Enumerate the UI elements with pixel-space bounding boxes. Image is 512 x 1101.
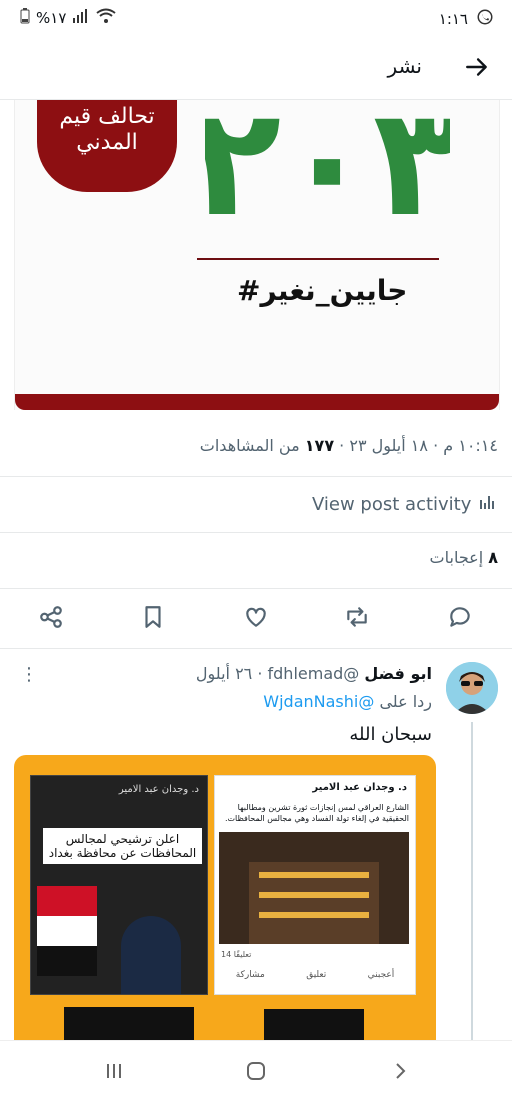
image-rule [197, 258, 439, 260]
status-left: %١٧ [20, 8, 117, 28]
tweet-text: سبحان الله [349, 724, 432, 745]
like-heart-icon[interactable] [243, 604, 271, 632]
repost-icon[interactable] [344, 604, 372, 632]
actions-divider [0, 648, 512, 649]
replying-to-handle[interactable]: @WjdanNashi [263, 692, 374, 711]
building-photo [219, 832, 409, 944]
reply-tweet[interactable]: ⋮ ابو فضل @fdhlemad · ٢٦ أيلول ردا على @… [0, 650, 512, 1045]
share-icon[interactable] [38, 604, 66, 632]
post-actions [0, 604, 512, 636]
badge-line-2: المدني [76, 130, 138, 155]
left-screenshot-name: د. وجدان عبد الامير [118, 784, 199, 795]
hashtag-text: #جايين_نغير [237, 274, 408, 307]
likes-count: ٨ [488, 548, 498, 567]
meta-divider [0, 476, 512, 477]
fb-action-row: أعجبني تعليق مشاركة [215, 970, 415, 980]
more-options-icon[interactable]: ⋮ [20, 664, 38, 685]
right-screenshot-name: د. وجدان عبد الامير [312, 782, 407, 793]
post-time-date: ١٠:١٤ م · ١٨ أيلول ٢٣ [349, 436, 498, 455]
view-activity-link[interactable]: View post activity [312, 494, 495, 515]
system-nav-bar [0, 1040, 512, 1101]
right-screenshot: د. وجدان عبد الامير الشارع العراقي لمس إ… [214, 775, 416, 995]
fb-comment-label: تعليق [306, 970, 327, 980]
back-chevron-icon[interactable] [388, 1059, 412, 1083]
likes-label: إعجابات [429, 548, 484, 567]
thread-line [471, 722, 473, 1042]
author-name[interactable]: ابو فضل [364, 664, 432, 683]
bookmark-icon[interactable] [140, 604, 168, 632]
tweet-header: ابو فضل @fdhlemad · ٢٦ أيلول [195, 664, 432, 683]
views-label: من المشاهدات [199, 436, 300, 455]
views-count: ١٧٧ [304, 436, 335, 455]
left-caption-1: اعلن ترشيحي لمجالس [65, 832, 180, 846]
status-right: ١:١٦ [439, 8, 494, 30]
page-title: نشر [387, 54, 422, 78]
whatsapp-icon [476, 8, 494, 30]
fb-share-label: مشاركة [235, 970, 265, 980]
author-handle[interactable]: @fdhlemad [268, 664, 360, 683]
status-bar: ١:١٦ %١٧ [0, 0, 512, 38]
post-image[interactable]: تحالف قيم المدني ٢٠٣ #جايين_نغير [14, 100, 500, 410]
alliance-badge: تحالف قيم المدني [37, 100, 177, 192]
tweet-date: ٢٦ أيلول [195, 664, 253, 683]
reply-icon[interactable] [447, 604, 475, 632]
app-header: نشر [0, 38, 512, 98]
list-number-graphic: ٢٠٣ [205, 100, 450, 242]
fb-like-label: أعجبني [367, 970, 395, 980]
battery-icon [20, 8, 30, 28]
likes-divider [0, 588, 512, 589]
candidate-photo [121, 916, 181, 994]
likes-summary[interactable]: ٨ إعجابات [430, 548, 498, 567]
right-screenshot-text: الشارع العراقي لمس إنجازات ثورة تشرين وم… [224, 803, 409, 823]
left-caption: اعلن ترشيحي لمجالس المحافظات عن محافظة ب… [43, 828, 202, 864]
left-screenshot: د. وجدان عبد الامير اعلن ترشيحي لمجالس ا… [30, 775, 208, 995]
replying-to-label: ردا على [379, 692, 432, 711]
fb-comment-count: 14 تعليقًا [221, 950, 252, 959]
badge-line-1: تحالف قيم [59, 104, 155, 129]
status-time: ١:١٦ [438, 10, 468, 28]
battery-percent: %١٧ [36, 9, 67, 27]
left-caption-2: المحافظات عن محافظة بغداد [48, 846, 197, 860]
list-number-text: ٢٠٣ [205, 100, 450, 242]
back-arrow-icon[interactable] [464, 54, 490, 80]
flag-graphic [37, 886, 97, 976]
analytics-icon [479, 494, 495, 515]
post-meta: ١٠:١٤ م · ١٨ أيلول ٢٣ · ١٧٧ من المشاهدات [199, 436, 498, 455]
red-band [15, 394, 499, 410]
recent-apps-icon[interactable] [102, 1059, 126, 1083]
banner-bottom [14, 999, 436, 1045]
signal-icon [72, 9, 90, 27]
replying-to: ردا على @WjdanNashi [263, 692, 432, 711]
attached-image[interactable]: د. وجدان عبد الامير اعلن ترشيحي لمجالس ا… [14, 755, 436, 1045]
view-activity-label: View post activity [312, 494, 472, 515]
avatar[interactable] [446, 662, 498, 714]
wifi-icon [96, 8, 117, 28]
home-icon[interactable] [244, 1059, 268, 1083]
activity-divider [0, 532, 512, 533]
